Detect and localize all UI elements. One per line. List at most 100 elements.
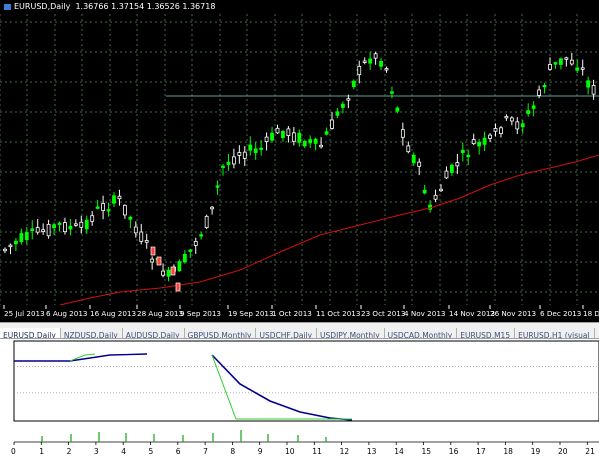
candle-bull xyxy=(411,154,416,164)
candle-bull xyxy=(226,161,231,165)
candle-bear xyxy=(417,161,422,167)
candle-bull xyxy=(466,154,471,158)
chart-tab[interactable]: USDCHF,Daily xyxy=(256,328,318,338)
candle-bull xyxy=(324,131,329,135)
candle-bull xyxy=(531,105,536,109)
candle-bear xyxy=(79,221,84,228)
trade-marker xyxy=(150,246,156,256)
candle-bull xyxy=(13,240,18,245)
chart-tab[interactable]: EURUSD,M15 xyxy=(457,328,516,338)
x-axis-label: 18 De xyxy=(583,309,599,318)
candle-bear xyxy=(73,223,78,226)
candle-bull xyxy=(188,249,193,252)
x-axis-label: 11 Oct 2013 xyxy=(316,309,360,318)
candle-bear xyxy=(373,53,378,59)
tester-axis-label: 2 xyxy=(67,447,72,456)
tester-axis-label: 21 xyxy=(585,447,595,456)
candle-bear xyxy=(242,151,247,159)
candle-bear xyxy=(193,241,198,246)
chart-tab[interactable]: EURUSD,Daily xyxy=(0,328,61,338)
candle-bull xyxy=(520,123,525,128)
candle-bull xyxy=(379,61,383,67)
x-axis-label: 19 Sep 2013 xyxy=(228,309,274,318)
tester-axis-label: 3 xyxy=(94,447,99,456)
candle-bull xyxy=(19,233,24,243)
tester-graph-canvas: 0 1 2 3 4 5 6 7 8 9 10 11 12 13 14 15 16 17 18 19 20 21 xyxy=(11,340,599,456)
candle-bear xyxy=(264,136,269,142)
tester-axis-label: 6 xyxy=(176,447,181,456)
candle-bear xyxy=(499,127,503,135)
candle-bear xyxy=(123,204,127,216)
chart-tab[interactable]: USDJPY,Monthly xyxy=(317,328,385,338)
candle-bear xyxy=(509,117,514,122)
candle-bear xyxy=(63,222,67,233)
candle-bear xyxy=(439,188,443,192)
tester-axis-label: 12 xyxy=(340,447,350,456)
x-axis-label: 14 Nov 2013 xyxy=(449,309,495,318)
candle-bull xyxy=(477,141,482,147)
chart-tab[interactable]: NZDUSD,Daily xyxy=(61,328,123,338)
chart-window-icon xyxy=(4,3,11,10)
price-chart[interactable]: EURUSD,Daily 1.36766 1.37154 1.36526 1.3… xyxy=(0,0,599,322)
tester-axis-label: 16 xyxy=(449,447,459,456)
candle-bear xyxy=(117,195,122,200)
candle-bull xyxy=(449,164,454,173)
candle-bull xyxy=(351,80,356,88)
tester-axis-label: 19 xyxy=(531,447,541,456)
chart-tab[interactable]: EURUSD,H1 (visual xyxy=(515,328,595,338)
candle-bear xyxy=(580,67,585,70)
candle-bear xyxy=(515,121,520,130)
candle-bear xyxy=(210,206,215,210)
candle-bull xyxy=(112,195,116,204)
chart-tab-bar: EURUSD,Daily NZDUSD,Daily AUDUSD,Daily GBPU… xyxy=(0,322,599,339)
candle-bear xyxy=(488,134,492,139)
tester-axis-label: 10 xyxy=(285,447,295,456)
x-axis-label: 16 Aug 2013 xyxy=(90,309,136,318)
candle-bear xyxy=(362,60,367,63)
x-axis-label: 4 Nov 2013 xyxy=(404,309,445,318)
candle-bear xyxy=(46,223,51,237)
candle-bear xyxy=(346,98,351,101)
candle-bull xyxy=(313,138,318,144)
candle-bull xyxy=(215,185,220,188)
tester-axis-label: 7 xyxy=(203,447,208,456)
candle-bear xyxy=(144,240,149,243)
chart-tab[interactable]: AUDUSD,Daily xyxy=(123,328,185,338)
candle-bull xyxy=(553,62,558,65)
candle-bull xyxy=(395,107,400,112)
candle-bear xyxy=(133,226,138,234)
candle-bull xyxy=(335,111,340,116)
candle-bear xyxy=(471,139,476,145)
candle-bear xyxy=(330,119,334,129)
tester-axis-label: 5 xyxy=(149,447,154,456)
price-chart-canvas[interactable]: 25 Jul 2013 6 Aug 2013 16 Aug 2013 28 Aug 2… xyxy=(0,0,599,322)
tester-axis-label: 8 xyxy=(230,447,235,456)
candle-bear xyxy=(291,132,296,142)
chart-tab[interactable]: GBPUSD,Monthly xyxy=(185,328,257,338)
candle-bull xyxy=(177,261,182,272)
candle-bull xyxy=(106,209,111,212)
tester-axis-label: 0 xyxy=(11,447,16,456)
trade-marker xyxy=(175,282,181,292)
x-axis-label: 25 Jul 2013 xyxy=(4,309,45,318)
candle-bear xyxy=(548,64,552,70)
tester-axis-label: 13 xyxy=(367,447,377,456)
tester-axis-label: 9 xyxy=(258,447,263,456)
trade-marker xyxy=(170,266,176,276)
tester-axis-label: 20 xyxy=(558,447,568,456)
candle-bear xyxy=(444,170,449,179)
candle-bear xyxy=(433,194,438,200)
candle-bull xyxy=(526,110,531,114)
candle-bull xyxy=(575,67,580,71)
candle-bear xyxy=(3,248,7,252)
candle-bull xyxy=(128,216,133,220)
chart-ohlc: 1.36766 1.37154 1.36526 1.36718 xyxy=(75,2,216,11)
x-axis-label: 6 Aug 2013 xyxy=(46,309,87,318)
chart-tab[interactable]: USDCAD,Monthly xyxy=(385,328,458,338)
candle-bear xyxy=(537,89,541,96)
candle-bull xyxy=(68,225,73,230)
candle-bull xyxy=(559,58,563,65)
candle-bear xyxy=(161,270,165,276)
candle-bear xyxy=(564,57,569,60)
candle-bear xyxy=(591,84,596,95)
